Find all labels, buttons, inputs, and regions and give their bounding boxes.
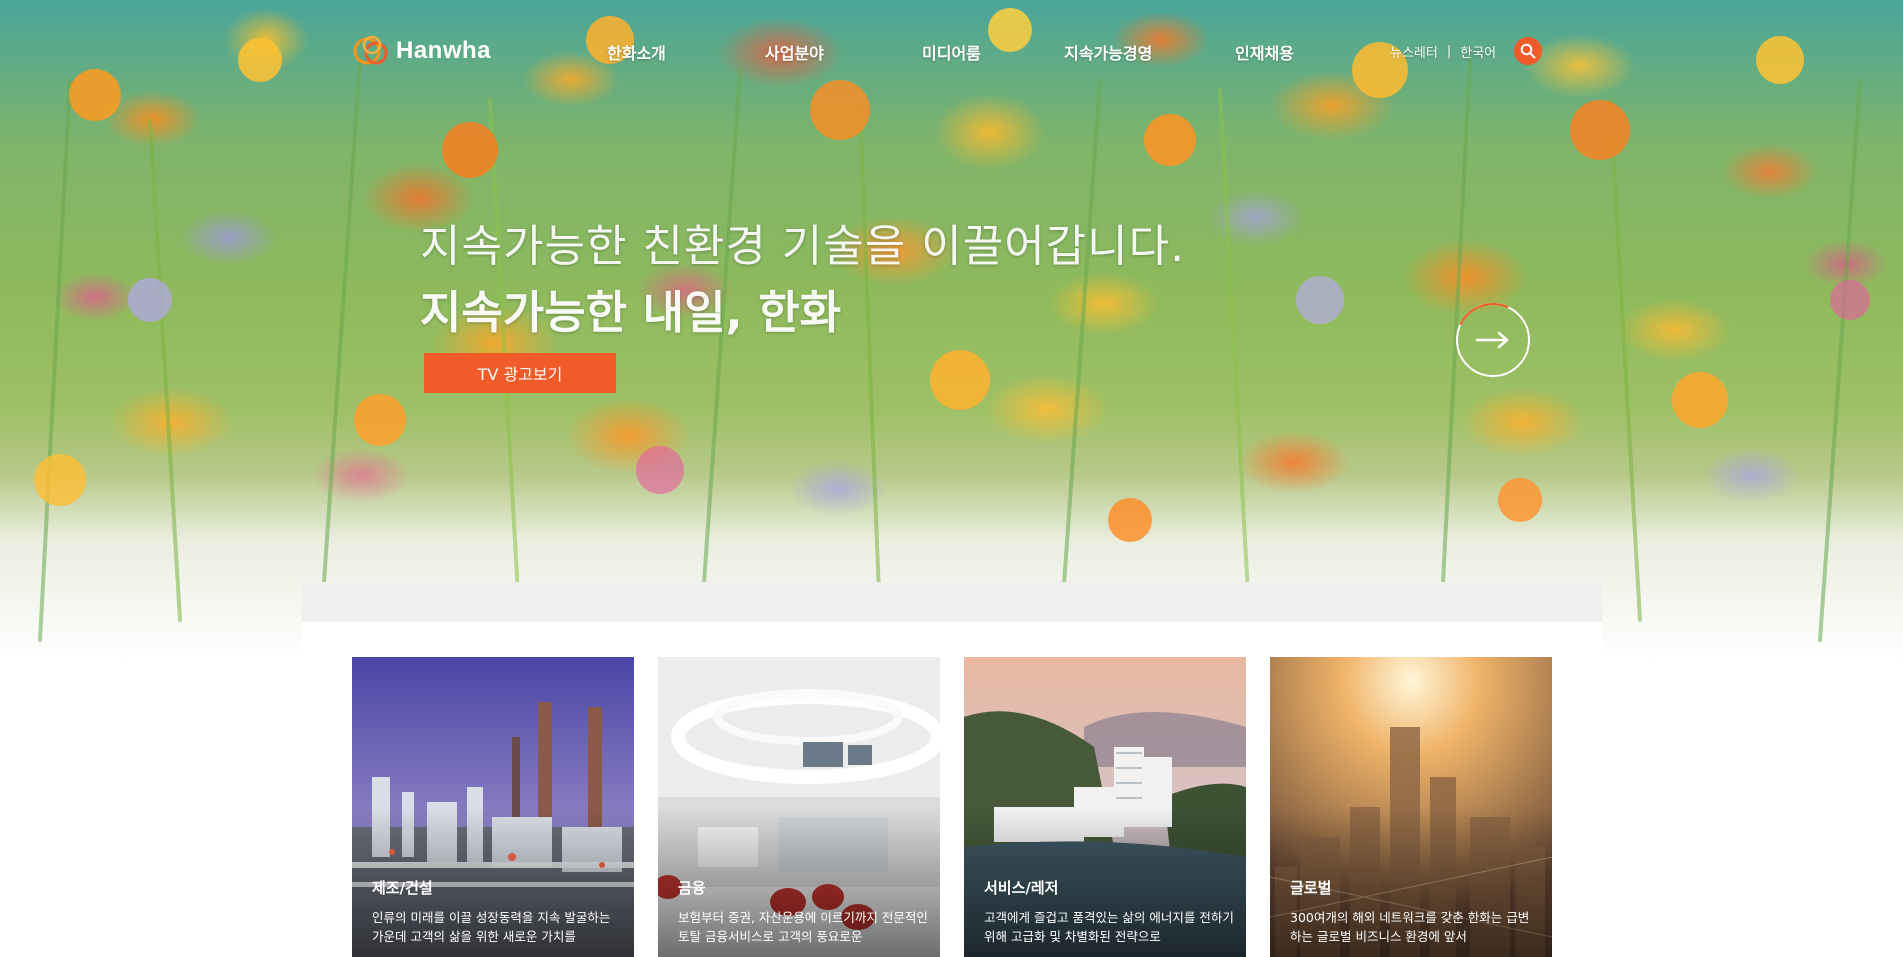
hanwha-logo[interactable]: Hanwha [352, 32, 491, 70]
nav-item-media[interactable]: 미디어룸 [922, 40, 981, 64]
card-description: 고객에게 즐겁고 품격있는 삶의 에너지를 전하기 위해 고급화 및 차별화된 … [984, 910, 1234, 944]
business-card-global[interactable]: 글로벌 300여개의 해외 네트워크를 갖춘 한화는 급변하는 글로벌 비즈니스… [1270, 657, 1552, 957]
nav-item-business[interactable]: 사업분야 [765, 40, 824, 64]
logo-wordmark: Hanwha [396, 37, 492, 64]
utility-links: 뉴스레터 | 한국어 [1390, 42, 1496, 61]
business-card-leisure[interactable]: 서비스/레저 고객에게 즐겁고 품격있는 삶의 에너지를 전하기 위해 고급화 … [964, 657, 1246, 957]
search-icon [1520, 43, 1536, 59]
site-header: Hanwha 한화소개 사업분야 미디어룸 지속가능경영 인재채용 뉴스레터 |… [0, 0, 1903, 100]
card-title: 글로벌 [1290, 879, 1332, 897]
card-title: 제조/건설 [372, 879, 433, 897]
hanwha-logo-icon [353, 35, 388, 65]
card-description: 보험부터 증권, 자산운용에 이르기까지 전문적인 토탈 금융서비스로 고객의 … [678, 910, 928, 944]
card-title: 금융 [678, 879, 706, 897]
panel-header-strip [302, 582, 1602, 622]
hero-next-button[interactable] [1445, 292, 1541, 388]
newsletter-link[interactable]: 뉴스레터 [1390, 42, 1438, 61]
business-panel: 제조/건설 인류의 미래를 이끌 성장동력을 지속 발굴하는 가운데 고객의 삶… [302, 582, 1602, 957]
utility-separator: | [1446, 44, 1452, 59]
hero-title: 지속가능한 내일, 한화 [420, 286, 842, 339]
business-card-manufacturing[interactable]: 제조/건설 인류의 미래를 이끌 성장동력을 지속 발굴하는 가운데 고객의 삶… [352, 657, 634, 957]
card-description: 300여개의 해외 네트워크를 갖춘 한화는 급변하는 글로벌 비즈니스 환경에… [1290, 910, 1530, 944]
hero-subtitle: 지속가능한 친환경 기술을 이끌어갑니다. [420, 221, 1186, 272]
tv-ad-button[interactable]: TV 광고보기 [424, 353, 616, 393]
business-card-finance[interactable]: 금융 보험부터 증권, 자산운용에 이르기까지 전문적인 토탈 금융서비스로 고… [658, 657, 940, 957]
nav-item-about[interactable]: 한화소개 [607, 40, 666, 64]
search-button[interactable] [1514, 37, 1542, 65]
card-title: 서비스/레저 [984, 879, 1059, 897]
nav-item-careers[interactable]: 인재채용 [1235, 40, 1294, 64]
card-description: 인류의 미래를 이끌 성장동력을 지속 발굴하는 가운데 고객의 삶을 위한 새… [372, 910, 611, 944]
nav-item-sustainability[interactable]: 지속가능경영 [1064, 40, 1152, 64]
language-selector[interactable]: 한국어 [1460, 42, 1496, 61]
